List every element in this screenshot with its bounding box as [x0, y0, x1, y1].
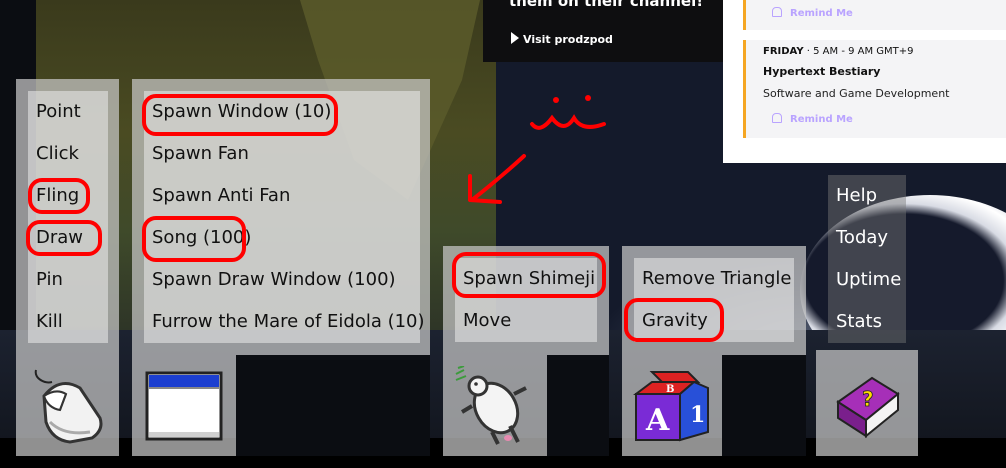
stream-card: them on their channel! Visit prodzpod: [483, 0, 723, 62]
visit-label: Visit prodzpod: [523, 33, 613, 46]
menu-item-draw[interactable]: Draw: [28, 217, 108, 259]
menu-item-kill[interactable]: Kill: [28, 301, 108, 343]
schedule-category: Software and Game Development: [763, 87, 950, 100]
svg-text:?: ?: [862, 387, 874, 411]
schedule-panel: Remind Me FRIDAY · 5 AM - 9 AM GMT+9 Hyp…: [723, 0, 1006, 163]
schedule-title: Hypertext Bestiary: [763, 65, 881, 78]
svg-text:A: A: [645, 403, 670, 438]
menu-item-spawn-draw-window[interactable]: Spawn Draw Window (100): [144, 259, 420, 301]
menu-item-move[interactable]: Move: [455, 300, 597, 342]
menu-item-stats[interactable]: Stats: [828, 301, 906, 343]
menu-item-pin[interactable]: Pin: [28, 259, 108, 301]
menu-item-furrow[interactable]: Furrow the Mare of Eidola (10): [144, 301, 425, 343]
menu-item-fling[interactable]: Fling: [28, 175, 108, 217]
bell-icon: [772, 7, 782, 17]
window-menu: Spawn Window (10) Spawn Fan Spawn Anti F…: [144, 91, 425, 343]
menu-item-spawn-shimeji[interactable]: Spawn Shimeji: [455, 258, 597, 300]
mouse-menu: Point Click Fling Draw Pin Kill: [28, 91, 108, 343]
svg-text:1: 1: [690, 402, 705, 428]
menu-item-spawn-anti-fan[interactable]: Spawn Anti Fan: [144, 175, 420, 217]
play-icon: [511, 32, 519, 44]
stream-card-title: them on their channel!: [509, 0, 704, 10]
schedule-row-friday: FRIDAY · 5 AM - 9 AM GMT+9 Hypertext Bes…: [743, 40, 1006, 138]
menu-item-spawn-fan[interactable]: Spawn Fan: [144, 133, 420, 175]
menu-item-gravity[interactable]: Gravity: [634, 300, 794, 342]
panel-gap: [547, 355, 609, 456]
help-menu: Help Today Uptime Stats: [828, 175, 906, 343]
schedule-row-previous: Remind Me: [743, 0, 1006, 30]
shimeji-menu: Spawn Shimeji Move: [455, 258, 597, 342]
menu-item-today[interactable]: Today: [828, 217, 906, 259]
blocks-menu: Remove Triangle Gravity: [634, 258, 794, 342]
menu-item-spawn-window[interactable]: Spawn Window (10): [144, 91, 420, 133]
schedule-time: FRIDAY · 5 AM - 9 AM GMT+9: [763, 46, 914, 57]
menu-item-remove-triangle[interactable]: Remove Triangle: [634, 258, 794, 300]
panel-gap: [236, 355, 430, 456]
abc-blocks-icon[interactable]: A 1 B: [632, 368, 714, 444]
window-icon[interactable]: [144, 370, 224, 442]
svg-text:B: B: [666, 384, 674, 395]
remind-me-button[interactable]: Remind Me: [772, 113, 853, 125]
menu-item-help[interactable]: Help: [828, 175, 906, 217]
menu-item-uptime[interactable]: Uptime: [828, 259, 906, 301]
help-book-icon[interactable]: ?: [832, 372, 902, 442]
menu-item-point[interactable]: Point: [28, 91, 108, 133]
remind-me-button[interactable]: Remind Me: [772, 7, 853, 19]
menu-item-song[interactable]: Song (100): [144, 217, 420, 259]
mouse-icon[interactable]: [30, 366, 106, 446]
menu-item-click[interactable]: Click: [28, 133, 108, 175]
visit-channel-link[interactable]: Visit prodzpod: [511, 32, 613, 46]
shimeji-cat-icon[interactable]: [452, 365, 536, 446]
bell-icon: [772, 113, 782, 123]
annotation-arrow-doodle: [468, 95, 606, 204]
panel-gap: [722, 355, 806, 456]
